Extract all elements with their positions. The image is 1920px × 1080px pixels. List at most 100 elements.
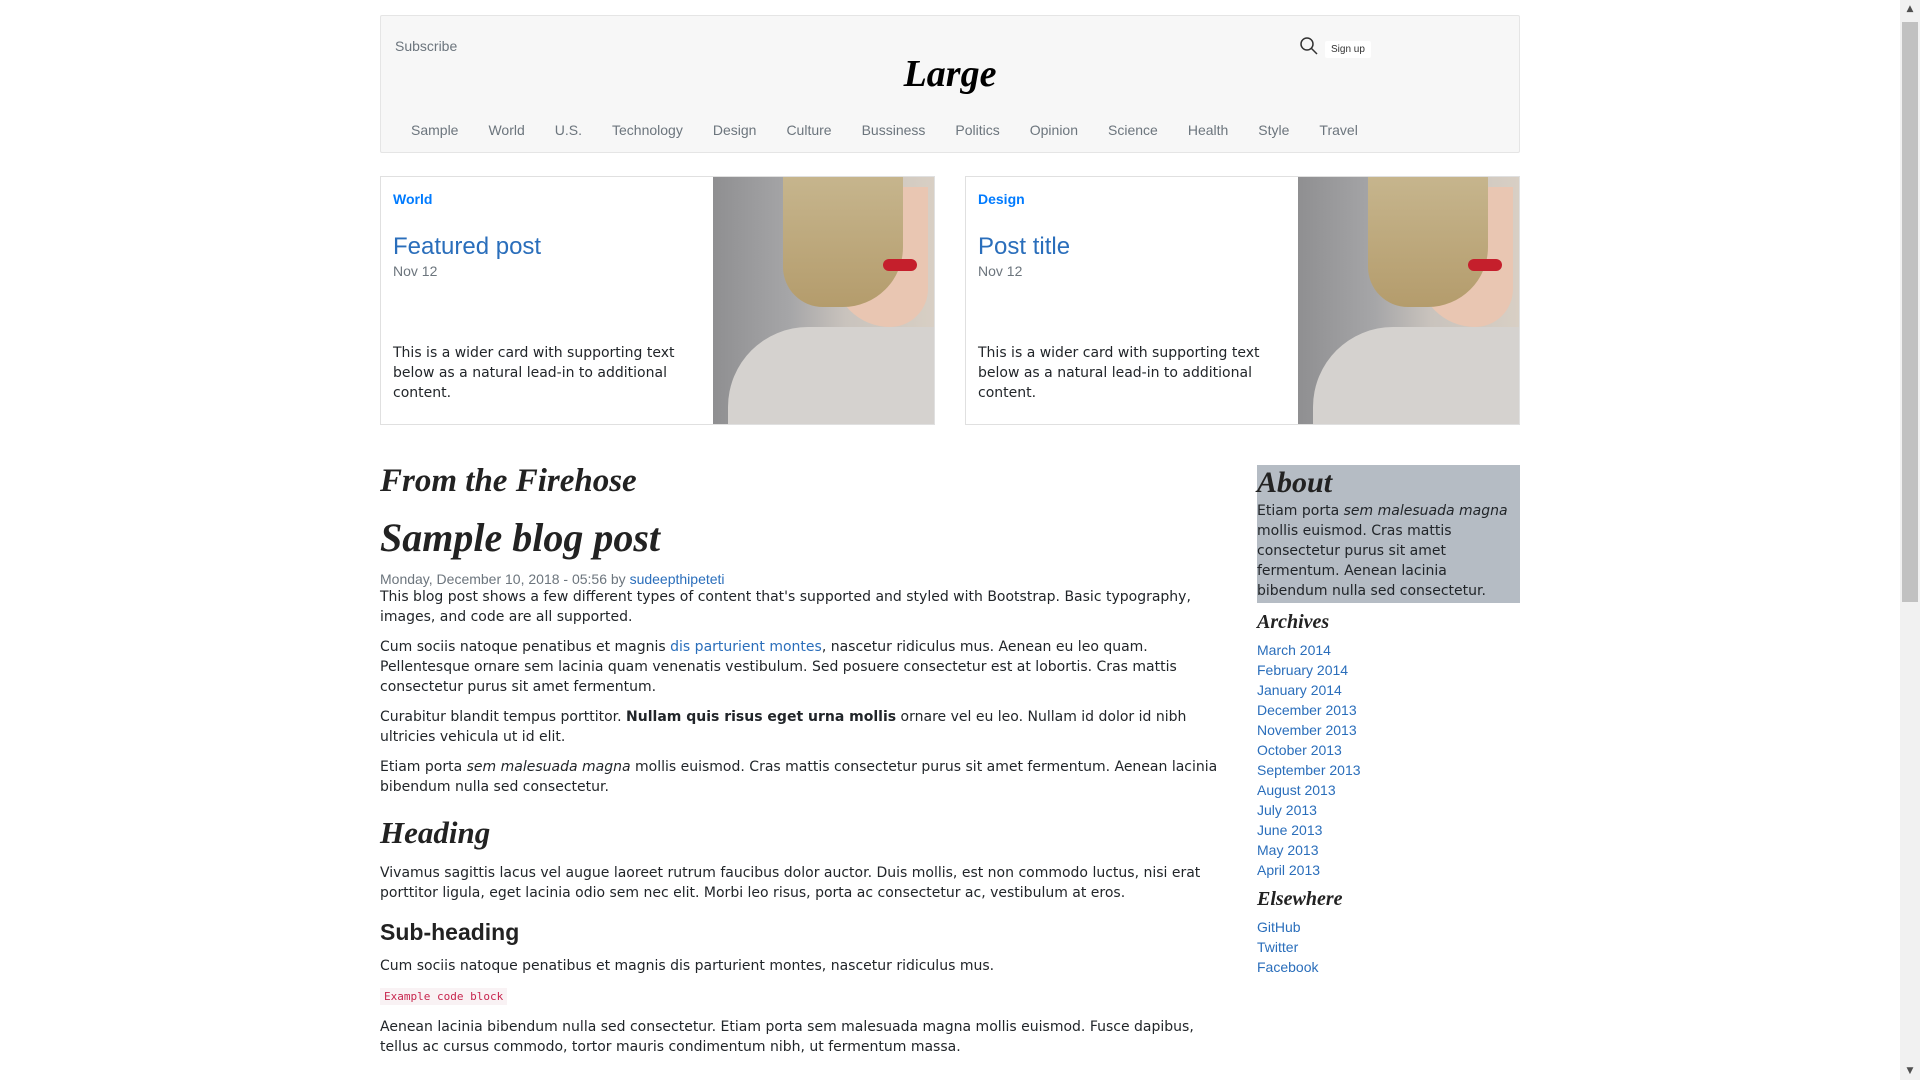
about-title: About bbox=[1257, 466, 1333, 499]
sign-up-button[interactable]: Sign up bbox=[1325, 41, 1371, 58]
paragraph: Cum sociis natoque penatibus et magnis d… bbox=[380, 958, 995, 974]
list-item: Twitter bbox=[1257, 937, 1520, 957]
archives-list: March 2014 February 2014 January 2014 De… bbox=[1257, 640, 1520, 880]
scroll-up-icon[interactable]: ▲ bbox=[1900, 0, 1920, 18]
nav-item-technology[interactable]: Technology bbox=[597, 122, 698, 138]
list-item: January 2014 bbox=[1257, 680, 1520, 700]
nav-item-health[interactable]: Health bbox=[1173, 122, 1243, 138]
github-link[interactable]: GitHub bbox=[1257, 919, 1301, 935]
nav-item-opinion[interactable]: Opinion bbox=[1015, 122, 1093, 138]
post-date: Monday, December 10, 2018 - 05:56 by bbox=[380, 571, 630, 587]
emphasis-text: sem malesuada magna bbox=[1343, 503, 1508, 519]
emphasis-text: sem malesuada magna bbox=[466, 759, 631, 775]
category-nav: Sample World U.S. Technology Design Cult… bbox=[396, 122, 1373, 138]
bold-text: Nullam quis risus eget urna mollis bbox=[626, 709, 897, 725]
card-thumbnail-image bbox=[713, 177, 934, 424]
card-date: Nov 12 bbox=[393, 263, 438, 279]
main-column: From the Firehose Sample blog post Monda… bbox=[380, 461, 1220, 1067]
sidebar: About Etiam porta sem malesuada magna mo… bbox=[1257, 465, 1520, 977]
archive-link[interactable]: August 2013 bbox=[1257, 782, 1336, 798]
archive-link[interactable]: October 2013 bbox=[1257, 742, 1342, 758]
card-category: Design bbox=[978, 191, 1025, 207]
featured-card: World Featured post Nov 12 This is a wid… bbox=[380, 176, 935, 425]
list-item: March 2014 bbox=[1257, 640, 1520, 660]
card-text: This is a wider card with supporting tex… bbox=[393, 345, 675, 401]
list-item: July 2013 bbox=[1257, 800, 1520, 820]
list-item: November 2013 bbox=[1257, 720, 1520, 740]
paragraph: Etiam porta sem malesuada magna mollis e… bbox=[380, 757, 1220, 797]
nav-item-bussiness[interactable]: Bussiness bbox=[847, 122, 941, 138]
card-title-link[interactable]: Featured post bbox=[393, 233, 541, 261]
archive-link[interactable]: December 2013 bbox=[1257, 702, 1357, 718]
list-item: June 2013 bbox=[1257, 820, 1520, 840]
list-item: April 2013 bbox=[1257, 860, 1520, 880]
sub-heading: Sub-heading bbox=[380, 919, 520, 945]
nav-item-design[interactable]: Design bbox=[698, 122, 772, 138]
paragraph: Aenean lacinia bibendum nulla sed consec… bbox=[380, 1019, 1194, 1055]
archive-link[interactable]: July 2013 bbox=[1257, 802, 1317, 818]
list-item: October 2013 bbox=[1257, 740, 1520, 760]
nav-item-culture[interactable]: Culture bbox=[771, 122, 846, 138]
post-title: Sample blog post bbox=[380, 515, 661, 560]
inline-link[interactable]: dis parturient montes bbox=[670, 639, 822, 655]
facebook-link[interactable]: Facebook bbox=[1257, 959, 1318, 975]
post-card: Design Post title Nov 12 This is a wider… bbox=[965, 176, 1520, 425]
list-item: GitHub bbox=[1257, 917, 1520, 937]
nav-item-us[interactable]: U.S. bbox=[540, 122, 597, 138]
nav-item-world[interactable]: World bbox=[473, 122, 539, 138]
text: Cum sociis natoque penatibus et magnis bbox=[380, 639, 671, 655]
paragraph: Cum sociis natoque penatibus et magnis d… bbox=[380, 637, 1220, 697]
nav-item-science[interactable]: Science bbox=[1093, 122, 1173, 138]
archive-link[interactable]: January 2014 bbox=[1257, 682, 1342, 698]
paragraph: Vivamus sagittis lacus vel augue laoreet… bbox=[380, 865, 1201, 901]
list-item: December 2013 bbox=[1257, 700, 1520, 720]
archive-link[interactable]: February 2014 bbox=[1257, 662, 1348, 678]
archive-link[interactable]: March 2014 bbox=[1257, 642, 1331, 658]
elsewhere-title: Elsewhere bbox=[1257, 888, 1343, 910]
card-thumbnail-image bbox=[1298, 177, 1519, 424]
list-item: Facebook bbox=[1257, 957, 1520, 977]
card-text: This is a wider card with supporting tex… bbox=[978, 345, 1260, 401]
elsewhere-list: GitHub Twitter Facebook bbox=[1257, 917, 1520, 977]
vertical-scrollbar[interactable]: ▲ ▼ bbox=[1900, 0, 1920, 1080]
paragraph: Curabitur blandit tempus porttitor. Null… bbox=[380, 707, 1220, 747]
code-block: Example code block bbox=[380, 988, 508, 1005]
author-link[interactable]: sudeepthipeteti bbox=[630, 571, 725, 587]
text: mollis euismod. Cras mattis consectetur … bbox=[1257, 523, 1486, 599]
archives-title: Archives bbox=[1257, 611, 1330, 633]
nav-item-style[interactable]: Style bbox=[1243, 122, 1304, 138]
card-category: World bbox=[393, 191, 433, 207]
scroll-down-icon[interactable]: ▼ bbox=[1900, 1062, 1920, 1080]
about-box: About Etiam porta sem malesuada magna mo… bbox=[1257, 465, 1520, 603]
nav-item-travel[interactable]: Travel bbox=[1304, 122, 1372, 138]
site-brand[interactable]: Large bbox=[381, 52, 1519, 96]
archive-link[interactable]: September 2013 bbox=[1257, 762, 1361, 778]
nav-item-politics[interactable]: Politics bbox=[940, 122, 1014, 138]
text: Etiam porta bbox=[1257, 503, 1344, 519]
heading: Heading bbox=[380, 815, 491, 850]
masthead: Subscribe Large Sign up Sample World U.S… bbox=[380, 15, 1520, 153]
text: Etiam porta bbox=[380, 759, 467, 775]
list-item: February 2014 bbox=[1257, 660, 1520, 680]
about-text: Etiam porta sem malesuada magna mollis e… bbox=[1257, 501, 1520, 601]
twitter-link[interactable]: Twitter bbox=[1257, 939, 1298, 955]
scrollbar-thumb[interactable] bbox=[1902, 22, 1918, 602]
search-icon[interactable] bbox=[1299, 36, 1319, 56]
featured-cards: World Featured post Nov 12 This is a wid… bbox=[380, 176, 1520, 426]
list-item: May 2013 bbox=[1257, 840, 1520, 860]
paragraph: This blog post shows a few different typ… bbox=[380, 589, 1191, 625]
archive-link[interactable]: April 2013 bbox=[1257, 862, 1320, 878]
archive-link[interactable]: June 2013 bbox=[1257, 822, 1322, 838]
card-title-link[interactable]: Post title bbox=[978, 233, 1070, 261]
card-date: Nov 12 bbox=[978, 263, 1023, 279]
page-container: Subscribe Large Sign up Sample World U.S… bbox=[380, 15, 1520, 1055]
post-meta: Monday, December 10, 2018 - 05:56 by sud… bbox=[380, 571, 1220, 587]
list-item: September 2013 bbox=[1257, 760, 1520, 780]
archive-link[interactable]: May 2013 bbox=[1257, 842, 1318, 858]
text: Curabitur blandit tempus porttitor. bbox=[380, 709, 627, 725]
archive-link[interactable]: November 2013 bbox=[1257, 722, 1357, 738]
list-item: August 2013 bbox=[1257, 780, 1520, 800]
nav-item-sample[interactable]: Sample bbox=[396, 122, 473, 138]
section-title: From the Firehose bbox=[380, 463, 637, 499]
code-paragraph: Example code block bbox=[380, 986, 1220, 1007]
